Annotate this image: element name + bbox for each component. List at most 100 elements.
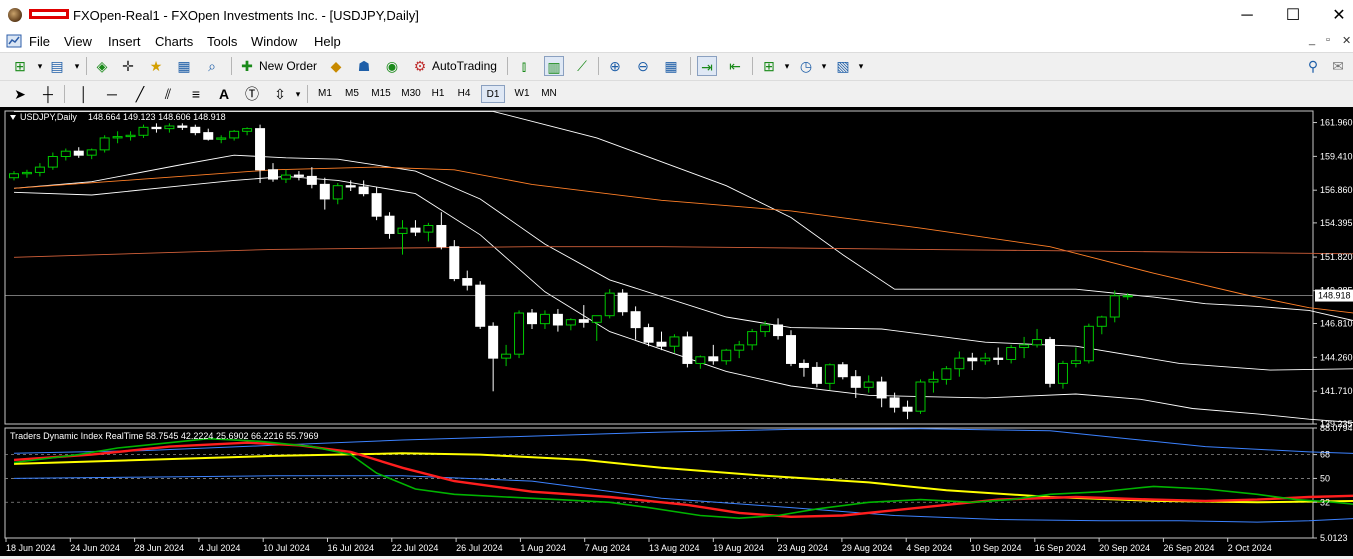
candle-body-bear <box>151 126 162 130</box>
text-tool-icon[interactable]: A <box>214 84 234 104</box>
timeframe-m30[interactable]: M30 <box>397 85 425 103</box>
price-tick-label: 154.395 <box>1320 218 1353 228</box>
timeframe-m1[interactable]: M1 <box>313 85 337 103</box>
candle-body-bear <box>889 397 900 408</box>
menu-view[interactable]: View <box>64 34 92 49</box>
close-button[interactable]: ✕ <box>1316 0 1353 31</box>
tile-windows-icon[interactable]: ▦ <box>661 56 681 76</box>
signals-icon[interactable]: ☗ <box>354 56 374 76</box>
menu-tools[interactable]: Tools <box>207 34 237 49</box>
timeframe-m5[interactable]: M5 <box>340 85 364 103</box>
candle-body-bull <box>980 357 991 362</box>
autotrading-icon[interactable]: ⚙ <box>410 56 430 76</box>
candle-body-bear <box>682 336 693 364</box>
arrows-icon[interactable]: ⇳ <box>270 84 290 104</box>
chart-shift-icon[interactable]: ⇤ <box>725 56 745 76</box>
timeframe-h1[interactable]: H1 <box>427 85 449 103</box>
tdi-axis: 88.0794 68 50 32 5.0123 <box>1313 423 1353 543</box>
candle-body-bull <box>604 292 615 317</box>
toolbar-separator <box>507 57 508 75</box>
candle <box>99 135 110 153</box>
candle <box>915 379 926 414</box>
candle <box>786 330 796 367</box>
candle-body-bear <box>306 175 317 185</box>
candle-body-bear <box>319 183 330 200</box>
candle-body-bull <box>397 227 408 234</box>
candle-body-bull <box>747 331 758 346</box>
candle-body-bull <box>1096 316 1107 327</box>
candle-body-bear <box>527 312 537 325</box>
tdi-tick-label: 88.0794 <box>1320 423 1353 433</box>
candle-body-bear <box>837 364 848 378</box>
timeframe-m15[interactable]: M15 <box>367 85 395 103</box>
text-label-icon[interactable]: Ⓣ <box>242 84 262 104</box>
menu-window[interactable]: Window <box>251 34 297 49</box>
navigator-icon[interactable]: ▦ <box>174 56 194 76</box>
horizontal-line-icon[interactable]: ─ <box>102 84 122 104</box>
mdi-close-button[interactable]: ✕ <box>1342 34 1351 47</box>
chart-symbol-label: USDJPY,Daily <box>20 112 77 122</box>
candle-body-bull <box>760 324 771 333</box>
cursor-arrow-icon[interactable]: ➤ <box>10 84 30 104</box>
auto-scroll-icon[interactable]: ⇥ <box>697 56 717 76</box>
indicators-icon[interactable]: ⊞ <box>759 56 779 76</box>
trendline-icon[interactable]: ╱ <box>130 84 150 104</box>
mdi-minimize-button[interactable]: _ <box>1309 34 1315 46</box>
market-watch-icon[interactable]: ◈ <box>92 56 112 76</box>
time-tick-label: 22 Jul 2024 <box>392 543 439 553</box>
new-order-button[interactable]: New Order <box>259 59 317 73</box>
crosshair-icon[interactable]: ┼ <box>38 84 58 104</box>
vps-icon[interactable]: ◉ <box>382 56 402 76</box>
mdi-restore-button[interactable]: ▫ <box>1326 34 1330 46</box>
candle-body-bear <box>811 366 822 384</box>
periods-clock-icon[interactable]: ◷ <box>796 56 816 76</box>
chart-window[interactable]: 161.960159.410156.860154.395151.820149.2… <box>0 107 1353 556</box>
candle-body-bear <box>410 227 421 233</box>
price-chart-canvas[interactable]: 161.960159.410156.860154.395151.820149.2… <box>0 107 1353 556</box>
crosshair-navigator-icon[interactable]: ✛ <box>118 56 138 76</box>
zoom-out-icon[interactable]: ⊖ <box>633 56 653 76</box>
maximize-button[interactable]: ☐ <box>1270 0 1316 31</box>
timeframe-d1[interactable]: D1 <box>481 85 505 103</box>
timeframe-h4[interactable]: H4 <box>453 85 475 103</box>
vertical-line-icon[interactable]: │ <box>74 84 94 104</box>
timeframe-w1[interactable]: W1 <box>510 85 534 103</box>
dropdown-arrow-icon[interactable]: ▾ <box>851 56 871 76</box>
candle-body-bull <box>164 125 175 130</box>
menu-help[interactable]: Help <box>314 34 341 49</box>
templates-icon[interactable]: ▧ <box>833 56 853 76</box>
notifications-bell-icon[interactable]: ✉ <box>1328 56 1348 76</box>
menu-insert[interactable]: Insert <box>108 34 141 49</box>
line-chart-icon[interactable]: ⟋ <box>572 56 592 76</box>
candle <box>617 289 628 316</box>
time-tick-label: 29 Aug 2024 <box>842 543 893 553</box>
favorites-star-icon[interactable]: ★ <box>146 56 166 76</box>
candle-body-bear <box>902 406 913 412</box>
zoom-in-icon[interactable]: ⊕ <box>605 56 625 76</box>
dropdown-arrow-icon[interactable]: ▾ <box>67 56 87 76</box>
bar-chart-icon[interactable]: ⫾ <box>514 56 534 76</box>
menu-charts[interactable]: Charts <box>155 34 193 49</box>
candlestick-chart-icon[interactable]: ▥ <box>544 56 564 76</box>
menu-file[interactable]: File <box>29 34 50 49</box>
candle-body-bull <box>695 356 706 364</box>
strategy-tester-icon[interactable]: ⌕ <box>202 56 222 76</box>
candle-body-bull <box>669 336 680 347</box>
dropdown-arrow-icon[interactable]: ▾ <box>288 84 308 104</box>
timeframe-mn[interactable]: MN <box>537 85 561 103</box>
dropdown-arrow-icon[interactable]: ▾ <box>814 56 834 76</box>
candle-body-bear <box>436 224 447 248</box>
profiles-icon[interactable]: ▤ <box>47 56 67 76</box>
metaeditor-icon[interactable]: ◆ <box>326 56 346 76</box>
fibonacci-retracement-icon[interactable]: ≡ <box>186 84 206 104</box>
new-order-icon[interactable]: ✚ <box>237 56 257 76</box>
minimize-button[interactable]: ─ <box>1224 0 1270 31</box>
equidistant-channel-icon[interactable]: ⫽ <box>158 84 178 104</box>
autotrading-button[interactable]: AutoTrading <box>432 59 497 73</box>
search-icon[interactable]: ⚲ <box>1303 56 1323 76</box>
candle-body-bull <box>21 171 32 175</box>
tdi-title-label: Traders Dynamic Index RealTime 58.7545 4… <box>10 431 319 441</box>
candle-body-bull <box>954 357 965 370</box>
new-chart-icon[interactable]: ⊞ <box>10 56 30 76</box>
dropdown-arrow-icon[interactable]: ▾ <box>777 56 797 76</box>
